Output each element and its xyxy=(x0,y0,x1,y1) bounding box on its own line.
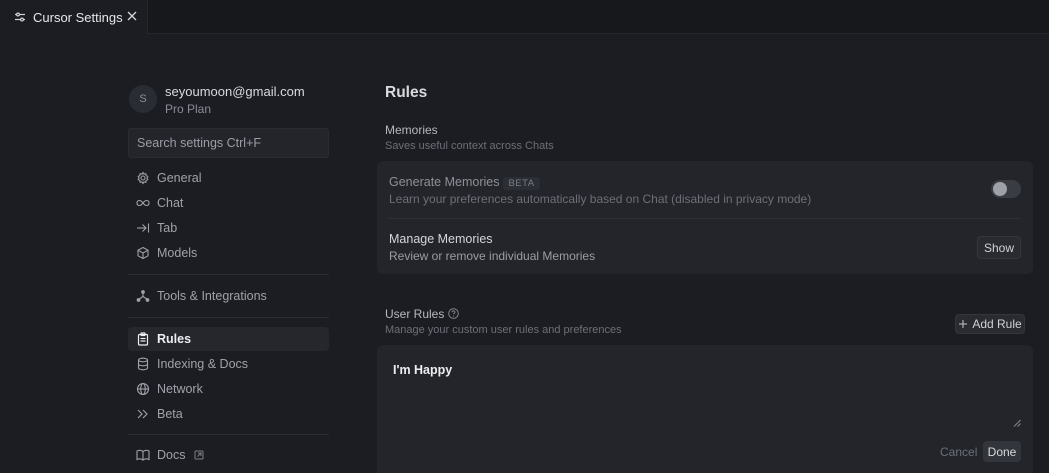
database-icon xyxy=(136,357,150,371)
tab-title: Cursor Settings xyxy=(33,9,123,25)
done-button[interactable]: Done xyxy=(983,441,1021,462)
account-email: seyoumoon@gmail.com xyxy=(165,84,305,99)
book-icon xyxy=(136,448,150,462)
sidebar-item-rules[interactable]: Rules xyxy=(128,327,329,351)
sidebar-item-label: Indexing & Docs xyxy=(157,357,249,371)
arrow-right-bar-icon xyxy=(136,221,150,235)
sidebar-divider xyxy=(128,434,329,435)
account-plan: Pro Plan xyxy=(165,102,212,116)
gear-icon xyxy=(136,171,150,185)
user-rules-card: I'm Happy Cancel Done xyxy=(377,345,1033,473)
generate-memories-text: Generate Memories xyxy=(389,175,500,189)
sidebar-divider xyxy=(128,317,329,318)
beta-badge: BETA xyxy=(503,177,540,190)
cancel-button[interactable]: Cancel xyxy=(940,445,977,459)
user-rules-section-title: User Rules xyxy=(385,307,460,321)
user-rules-section-subtitle: Manage your custom user rules and prefer… xyxy=(385,324,622,336)
sidebar-item-label: Rules xyxy=(157,332,192,346)
clipboard-icon xyxy=(136,332,150,346)
sidebar-item-chat[interactable]: Chat xyxy=(128,191,329,215)
sidebar-item-label: Docs xyxy=(157,448,186,462)
sidebar-item-label: Chat xyxy=(157,196,184,210)
sidebar-item-label: Models xyxy=(157,246,198,260)
generate-memories-label: Generate Memories BETA xyxy=(389,175,540,190)
resize-handle-icon[interactable] xyxy=(1013,419,1021,427)
sidebar-divider xyxy=(128,274,329,275)
user-rules-title-text: User Rules xyxy=(385,307,445,321)
generate-memories-toggle[interactable] xyxy=(991,180,1021,198)
plus-icon xyxy=(958,319,968,329)
memories-section-title: Memories xyxy=(385,123,438,137)
toggle-knob xyxy=(993,182,1007,196)
sidebar-item-indexing-docs[interactable]: Indexing & Docs xyxy=(128,352,329,376)
help-circle-icon[interactable] xyxy=(448,308,460,319)
avatar: S xyxy=(129,85,157,113)
sidebar-item-docs[interactable]: Docs xyxy=(128,443,329,467)
add-rule-button[interactable]: Add Rule xyxy=(955,314,1025,334)
search-input[interactable]: Search settings Ctrl+F xyxy=(128,128,329,158)
sidebar-item-tools-integrations[interactable]: Tools & Integrations xyxy=(128,284,329,308)
sidebar-item-models[interactable]: Models xyxy=(128,241,329,265)
tab-cursor-settings[interactable]: Cursor Settings xyxy=(0,0,148,34)
sliders-icon xyxy=(14,11,26,23)
external-link-icon xyxy=(194,450,204,460)
sidebar-item-label: Network xyxy=(157,382,203,396)
generate-memories-description: Learn your preferences automatically bas… xyxy=(389,192,812,206)
memories-card: Generate Memories BETA Learn your prefere… xyxy=(377,161,1033,274)
sidebar-item-tab[interactable]: Tab xyxy=(128,216,329,240)
memories-section-subtitle: Saves useful context across Chats xyxy=(385,140,554,152)
sidebar-item-beta[interactable]: Beta xyxy=(128,402,329,426)
page-title: Rules xyxy=(385,84,428,101)
close-icon[interactable] xyxy=(126,10,138,22)
add-rule-label: Add Rule xyxy=(972,317,1022,331)
tab-bar: Cursor Settings xyxy=(0,0,1049,34)
sidebar-item-label: Tab xyxy=(157,221,178,235)
infinity-icon xyxy=(136,196,150,210)
globe-icon xyxy=(136,382,150,396)
manage-memories-label: Manage Memories xyxy=(389,232,493,246)
sidebar-item-network[interactable]: Network xyxy=(128,377,329,401)
sidebar-item-label: General xyxy=(157,171,202,185)
sidebar-item-general[interactable]: General xyxy=(128,166,329,190)
cube-icon xyxy=(136,246,150,260)
manage-memories-description: Review or remove individual Memories xyxy=(389,249,596,263)
card-divider xyxy=(389,218,1021,219)
rule-textarea[interactable]: I'm Happy xyxy=(393,363,452,377)
sidebar-item-label: Tools & Integrations xyxy=(157,289,267,303)
sidebar-item-label: Beta xyxy=(157,407,183,421)
nodes-icon xyxy=(136,289,150,303)
double-chevron-icon xyxy=(136,407,150,421)
show-memories-button[interactable]: Show xyxy=(977,236,1021,259)
